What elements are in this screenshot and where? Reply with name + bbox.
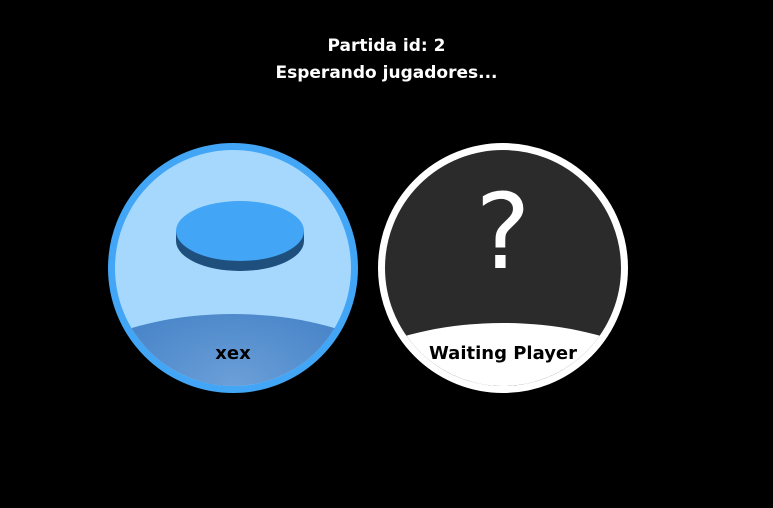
waiting-status-label: Esperando jugadores... [275,63,498,83]
question-mark-icon: ? [475,171,531,293]
player-name: xex [215,343,251,364]
player-slot-2: ? Waiting Player [378,143,628,393]
player-slot-1: xex [108,143,358,393]
blue-disc-token-icon [176,201,304,271]
match-id-label: Partida id: 2 [327,36,446,56]
lobby-header: Partida id: 2 Esperando jugadores... [0,33,773,87]
player-name: Waiting Player [428,343,578,364]
